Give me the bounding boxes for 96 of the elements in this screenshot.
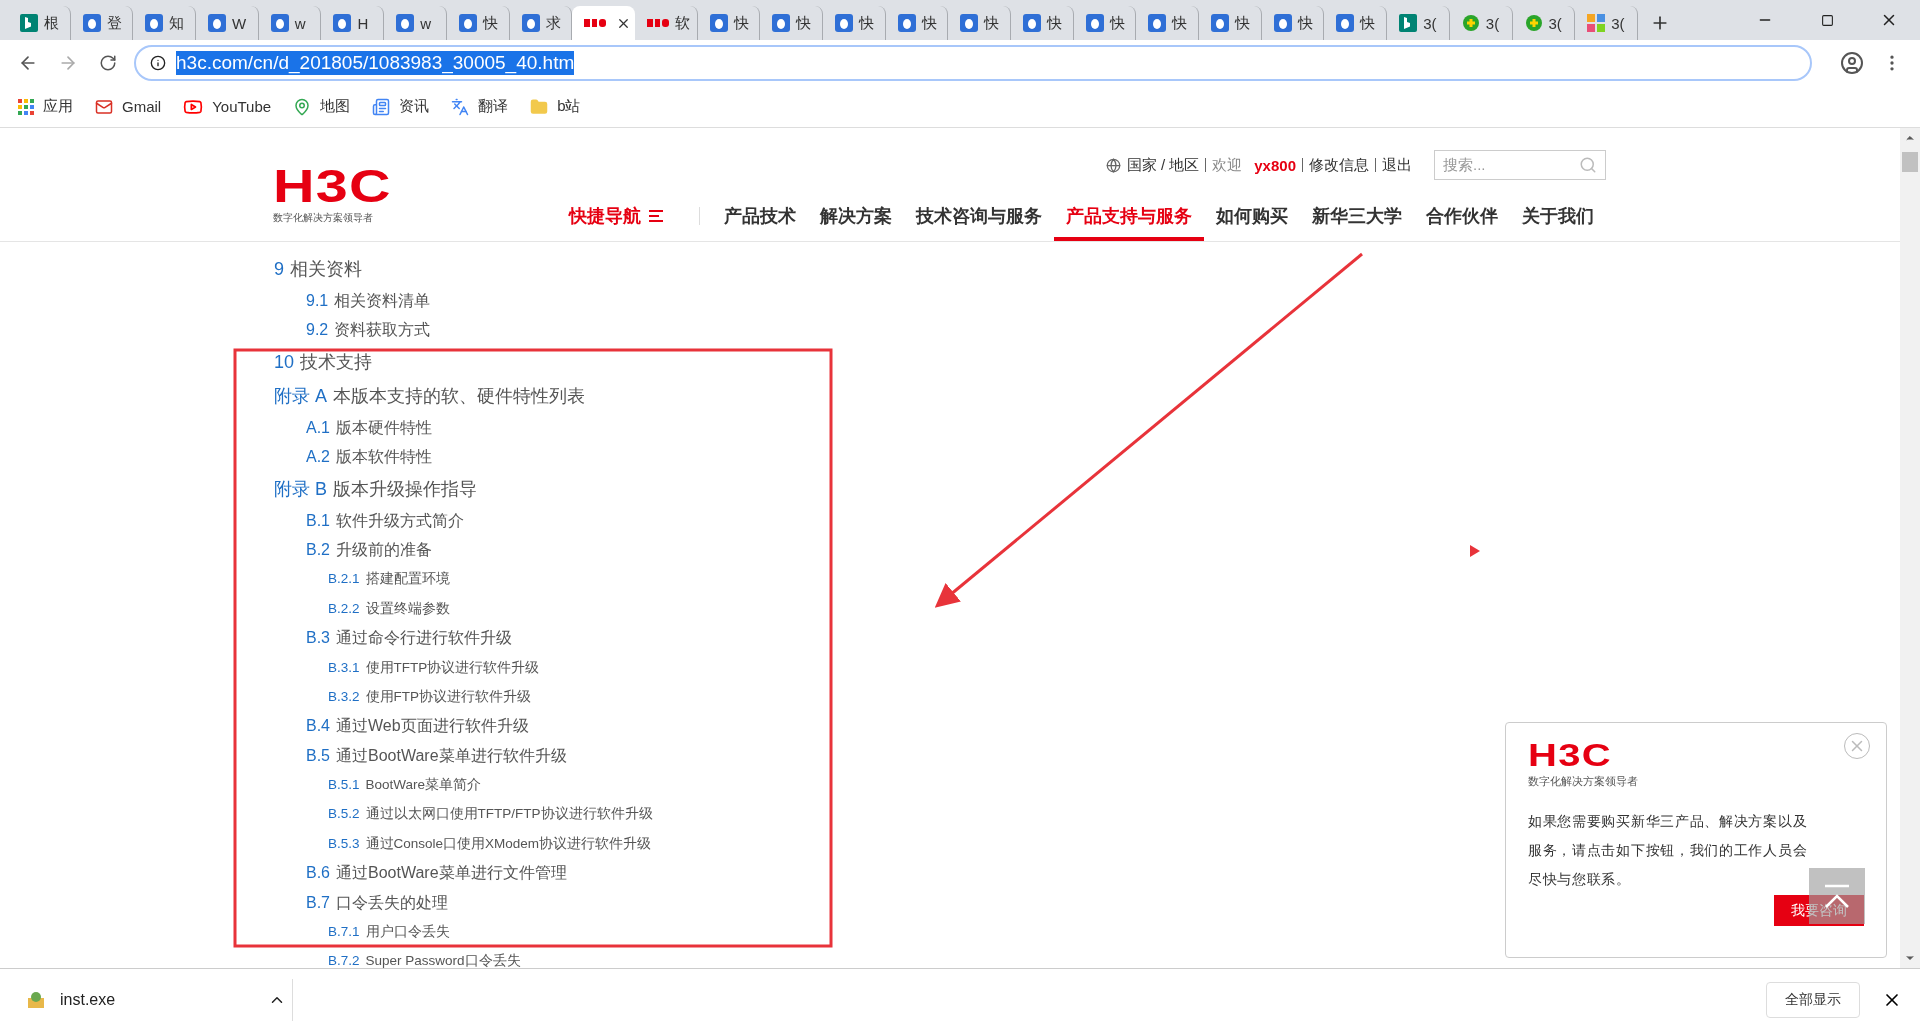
- logo-wordmark: H3C: [1528, 741, 1612, 770]
- page-favicon-icon: [458, 14, 477, 32]
- page-favicon-icon: [772, 14, 791, 32]
- page-favicon-icon: [897, 14, 916, 32]
- page-favicon-icon: [396, 14, 415, 32]
- page-favicon-icon: [208, 14, 227, 32]
- nav-link[interactable]: 关于我们: [1510, 190, 1606, 241]
- nav-link[interactable]: 快捷导航: [557, 190, 675, 241]
- toc-link[interactable]: B.5.1 BootWare菜单简介: [274, 770, 482, 800]
- nav-link[interactable]: 产品支持与服务: [1054, 190, 1204, 241]
- page-favicon-icon: [1273, 14, 1292, 32]
- username-link[interactable]: yx800: [1248, 156, 1302, 174]
- triangle-icon: [1470, 545, 1480, 557]
- letter-b-icon: [1399, 14, 1418, 32]
- nav-link[interactable]: 技术咨询与服务: [904, 190, 1054, 241]
- folder-icon: [530, 97, 549, 116]
- scroll-thumb[interactable]: [1902, 152, 1918, 172]
- page-favicon-icon: [1336, 14, 1355, 32]
- account-link[interactable]: 修改信息: [1303, 155, 1375, 175]
- toc-link[interactable]: B.5.3 通过Console口使用XModem协议进行软件升级: [274, 828, 652, 859]
- newspaper-icon: [372, 97, 391, 116]
- nav-link[interactable]: 产品技术: [712, 190, 808, 241]
- bookmark-link[interactable]: YouTube: [183, 96, 272, 117]
- letter-b-icon: [20, 14, 38, 32]
- nav-link[interactable]: 新华三大学: [1300, 190, 1414, 241]
- toc-link[interactable]: B.6 通过BootWare菜单进行文件管理: [274, 858, 567, 888]
- nav-link[interactable]: 合作伙伴: [1414, 190, 1510, 241]
- brand-favicon-icon: [584, 18, 607, 28]
- mail-icon: [95, 97, 113, 116]
- toc-link[interactable]: B.3 通过命令行进行软件升级: [274, 623, 512, 653]
- round-favicon-icon: [1524, 14, 1543, 32]
- toc-link[interactable]: 9.2 资料获取方式: [274, 315, 431, 345]
- toc-link[interactable]: 附录 B 版本升级操作指导: [274, 471, 477, 506]
- show-all-button[interactable]: 全部显示: [1766, 981, 1860, 1018]
- popup-message: 如果您需要购买新华三产品、解决方案以及服务，请点击如下按钮，我们的工作人员会尽快与您联系。: [1528, 811, 1809, 889]
- bookmark-link[interactable]: 地图: [293, 97, 351, 116]
- page-favicon-icon: [270, 14, 289, 32]
- map-pin-icon: [293, 97, 312, 116]
- toc-link[interactable]: B.3.1 使用TFTP协议进行软件升级: [274, 652, 540, 682]
- toc-link[interactable]: B.3.2 使用FTP协议进行软件升级: [274, 681, 532, 712]
- bookmark-link[interactable]: Gmail: [95, 97, 162, 116]
- toc-link[interactable]: A.2 版本软件特性: [274, 442, 432, 472]
- page-favicon-icon: [1023, 14, 1041, 32]
- welcome-text: 欢迎: [1211, 155, 1244, 175]
- toc-link[interactable]: B.7.1 用户口令丢失: [274, 917, 450, 947]
- installer-icon: [26, 989, 46, 1010]
- toc-link[interactable]: B.4 通过Web页面进行软件升级: [274, 711, 529, 741]
- page-favicon-icon: [145, 14, 164, 32]
- region-link[interactable]: 国家 / 地区: [1099, 155, 1206, 175]
- bookmark-link[interactable]: 翻译: [451, 97, 509, 116]
- toc-link[interactable]: B.2.1 搭建配置环境: [274, 564, 450, 594]
- bookmark-link[interactable]: b站: [530, 97, 581, 116]
- logo-tagline: 数字化解决方案领导者: [1528, 773, 1639, 789]
- info-icon[interactable]: [150, 55, 166, 71]
- profile-icon[interactable]: [1840, 51, 1864, 75]
- brand-favicon-icon: [646, 18, 669, 28]
- page-favicon-icon: [1211, 14, 1230, 32]
- toc-link[interactable]: B.7 口令丢失的处理: [274, 887, 448, 918]
- toc-link[interactable]: B.5 通过BootWare菜单进行软件升级: [274, 740, 567, 771]
- nav-link[interactable]: 如何购买: [1204, 190, 1300, 241]
- page-favicon-icon: [1148, 14, 1167, 32]
- toc-link[interactable]: 附录 A 本版本支持的软、硬件特性列表: [274, 378, 585, 413]
- address-bar[interactable]: h3c.com/cn/d_201805/1083983_30005_40.htm: [134, 45, 1812, 81]
- round-favicon-icon: [1461, 14, 1480, 32]
- account-link[interactable]: 退出: [1376, 155, 1418, 175]
- page-favicon-icon: [834, 14, 853, 32]
- toc-link[interactable]: A.1 版本硬件特性: [274, 412, 432, 443]
- toc-link[interactable]: B.1 软件升级方式简介: [274, 505, 464, 535]
- restore-icon[interactable]: [1820, 13, 1834, 27]
- logo-tagline: 数字化解决方案领导者: [273, 211, 374, 226]
- globe-icon: [1105, 157, 1121, 173]
- scrollbar[interactable]: [1900, 128, 1920, 968]
- page-favicon-icon: [333, 14, 352, 32]
- toc-link[interactable]: 9.1 相关资料清单: [274, 286, 431, 316]
- browser-tab[interactable]: [572, 6, 635, 40]
- toc-link[interactable]: 10 技术支持: [274, 344, 373, 379]
- page-favicon-icon: [82, 14, 101, 32]
- grid-favicon-icon: [1587, 14, 1606, 32]
- apps-grid-icon: [18, 98, 34, 115]
- menu-lines-icon: [649, 209, 663, 222]
- nav-link[interactable]: 解决方案: [808, 190, 904, 241]
- page-favicon-icon: [521, 14, 540, 32]
- download-item[interactable]: inst.exe: [26, 989, 286, 1010]
- page-favicon-icon: [709, 14, 728, 32]
- page-favicon-icon: [960, 14, 979, 32]
- toc-link[interactable]: B.5.2 通过以太网口使用TFTP/FTP协议进行软件升级: [274, 799, 653, 829]
- toc-link[interactable]: B.2.2 设置终端参数: [274, 593, 450, 624]
- page-favicon-icon: [1085, 14, 1104, 32]
- bookmark-link[interactable]: 应用: [18, 97, 73, 116]
- logo-wordmark[interactable]: H3C: [273, 166, 392, 208]
- translate-icon: [451, 97, 470, 116]
- toc-link[interactable]: 9 相关资料: [274, 252, 362, 286]
- toc-link[interactable]: B.7.2 Super Password口令丢失: [274, 946, 521, 968]
- reload-icon[interactable]: [99, 54, 117, 72]
- toc-link[interactable]: B.2 升级前的准备: [274, 534, 432, 565]
- bookmark-link[interactable]: 资讯: [372, 97, 430, 116]
